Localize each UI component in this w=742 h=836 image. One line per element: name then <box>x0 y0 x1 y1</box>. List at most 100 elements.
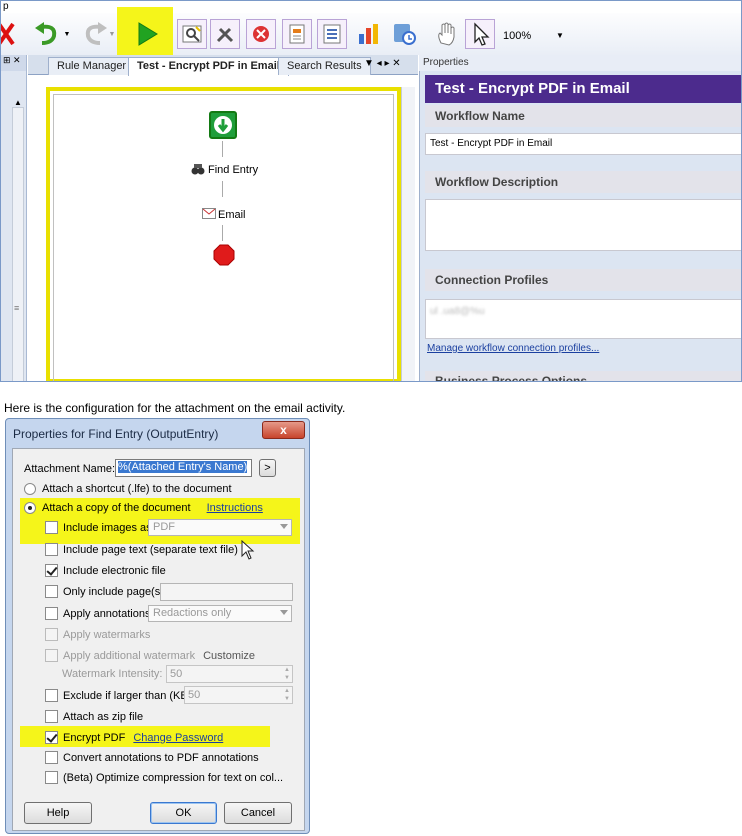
attach-copy-label: Attach a copy of the document <box>42 502 191 514</box>
hand-pan-icon[interactable] <box>431 19 461 49</box>
apply-watermarks-option[interactable]: Apply watermarks <box>45 628 150 641</box>
annotations-select[interactable]: Redactions only <box>148 605 292 622</box>
run-icon[interactable] <box>132 19 162 49</box>
form-icon[interactable] <box>282 19 312 49</box>
tab-nav-icons[interactable]: ▼ ◂ ▸ ✕ <box>364 58 401 69</box>
manage-profiles-link[interactable]: Manage workflow connection profiles... <box>427 343 599 354</box>
include-images-option[interactable]: Include images as: <box>45 521 155 534</box>
convert-annotations-checkbox[interactable] <box>45 751 58 764</box>
attach-shortcut-radio[interactable] <box>24 483 36 495</box>
only-include-pages-option[interactable]: Only include page(s): <box>45 585 167 598</box>
stop-node-icon[interactable] <box>213 244 235 266</box>
find-entry-node[interactable]: Find Entry <box>208 164 258 176</box>
email-node[interactable]: Email <box>218 209 246 221</box>
chevron-down-icon <box>280 610 288 615</box>
undo-icon[interactable] <box>31 19 61 49</box>
caption-text: Here is the configuration for the attach… <box>4 401 346 415</box>
watermark-intensity-input[interactable]: 50 ▲ ▼ <box>166 665 293 683</box>
annotations-value: Redactions only <box>153 607 232 619</box>
beta-optimize-option[interactable]: (Beta) Optimize compression for text on … <box>45 771 283 784</box>
change-password-link[interactable]: Change Password <box>133 732 223 744</box>
workflow-designer-window: p ▼ ▼ 100% ▼ ⊞ ✕ ▲ ≡ Rule Manager Test -… <box>0 0 742 382</box>
redo-dropdown-icon[interactable]: ▼ <box>107 19 117 49</box>
business-process-options-text: Business Process Options <box>435 374 588 382</box>
convert-annotations-option[interactable]: Convert annotations to PDF annotations <box>45 751 259 764</box>
exclude-size-value: 50 <box>188 689 201 701</box>
select-pointer-icon[interactable] <box>465 19 495 49</box>
scroll-grip-icon[interactable]: ≡ <box>14 303 19 313</box>
apply-additional-watermark-checkbox[interactable] <box>45 649 58 662</box>
exclude-size-input[interactable]: 50 ▲ ▼ <box>184 686 293 704</box>
exclude-larger-label: Exclude if larger than (KB): <box>63 689 195 702</box>
connection-profile-item[interactable]: ul .ua8@%u <box>430 306 485 317</box>
watermark-intensity-value: 50 <box>170 668 183 680</box>
scroll-up-icon[interactable]: ▲ <box>14 98 22 107</box>
insert-token-button[interactable]: > <box>259 459 276 477</box>
canvas-scrollbar[interactable] <box>401 87 415 381</box>
attachment-name-input[interactable]: %(Attached Entry's Name) <box>115 459 252 477</box>
attachment-name-label: Attachment Name: <box>24 463 116 475</box>
include-images-label: Include images as: <box>63 521 155 534</box>
tab-search-results[interactable]: Search Results <box>278 57 371 75</box>
include-electronic-label: Include electronic file <box>63 564 166 577</box>
apply-watermarks-checkbox[interactable] <box>45 628 58 641</box>
undo-dropdown-icon[interactable]: ▼ <box>61 19 73 49</box>
image-format-select[interactable]: PDF <box>148 519 292 536</box>
checklist-icon[interactable] <box>317 19 347 49</box>
workflow-description-input[interactable] <box>425 199 741 251</box>
encrypt-pdf-label: Encrypt PDF <box>63 731 126 744</box>
help-button[interactable]: Help <box>24 802 92 824</box>
start-node-icon[interactable] <box>209 111 237 139</box>
apply-additional-watermark-label: Apply additional watermark <box>63 649 196 662</box>
find-icon[interactable] <box>177 19 207 49</box>
tab-test-encrypt[interactable]: Test - Encrypt PDF in Email <box>128 57 289 76</box>
close-button[interactable]: x <box>262 421 305 439</box>
attachment-name-value: %(Attached Entry's Name) <box>118 461 248 473</box>
exclude-larger-option[interactable]: Exclude if larger than (KB): <box>45 689 194 702</box>
include-electronic-option[interactable]: Include electronic file <box>45 564 166 577</box>
include-page-text-checkbox[interactable] <box>45 543 58 556</box>
zoom-dropdown-icon[interactable]: ▼ <box>556 31 564 40</box>
encrypt-pdf-option[interactable]: Encrypt PDF Change Password <box>45 731 223 744</box>
apply-annotations-option[interactable]: Apply annotations: <box>45 607 154 620</box>
exclude-larger-checkbox[interactable] <box>45 689 58 702</box>
chevron-down-icon <box>280 524 288 529</box>
ok-button[interactable]: OK <box>150 802 217 824</box>
convert-annotations-label: Convert annotations to PDF annotations <box>63 751 259 764</box>
customize-link[interactable]: Customize <box>203 650 255 662</box>
spinner-icon[interactable]: ▲ ▼ <box>284 687 290 703</box>
find-entry-icon <box>191 163 205 176</box>
encrypt-pdf-checkbox[interactable] <box>45 731 58 744</box>
connection-profiles-list[interactable]: ul .ua8@%u <box>425 299 741 339</box>
attach-zip-checkbox[interactable] <box>45 710 58 723</box>
attach-copy-radio[interactable] <box>24 502 36 514</box>
instructions-link[interactable]: Instructions <box>207 502 263 514</box>
include-electronic-checkbox[interactable] <box>45 564 58 577</box>
beta-optimize-label: (Beta) Optimize compression for text on … <box>63 771 284 784</box>
stop-icon[interactable] <box>246 19 276 49</box>
settings-flow-icon[interactable] <box>389 19 419 49</box>
chart-icon[interactable] <box>354 19 384 49</box>
apply-annotations-checkbox[interactable] <box>45 607 58 620</box>
attach-zip-option[interactable]: Attach as zip file <box>45 710 143 723</box>
email-node-icon <box>202 208 216 219</box>
attach-copy-option[interactable]: Attach a copy of the document Instruction… <box>24 502 263 514</box>
spinner-icon[interactable]: ▲ ▼ <box>284 666 290 682</box>
tab-rule-manager[interactable]: Rule Manager <box>48 57 136 75</box>
include-page-text-option[interactable]: Include page text (separate text file) <box>45 543 238 556</box>
zoom-level[interactable]: 100% <box>503 30 531 42</box>
left-scrollbar[interactable] <box>12 107 24 381</box>
cancel-button[interactable]: Cancel <box>224 802 292 824</box>
dialog-title: Properties for Find Entry (OutputEntry) <box>13 427 219 441</box>
apply-additional-watermark-option[interactable]: Apply additional watermark Customize <box>45 649 255 662</box>
delete-icon[interactable] <box>1 19 21 49</box>
attach-shortcut-option[interactable]: Attach a shortcut (.lfe) to the document <box>24 483 232 495</box>
include-images-checkbox[interactable] <box>45 521 58 534</box>
pages-input[interactable] <box>160 583 293 601</box>
left-pane-header: ⊞ ✕ <box>1 55 26 71</box>
only-include-pages-checkbox[interactable] <box>45 585 58 598</box>
properties-title: Test - Encrypt PDF in Email <box>425 75 741 103</box>
workflow-name-input[interactable]: Test - Encrypt PDF in Email <box>425 133 741 155</box>
tools-icon[interactable] <box>210 19 240 49</box>
beta-optimize-checkbox[interactable] <box>45 771 58 784</box>
